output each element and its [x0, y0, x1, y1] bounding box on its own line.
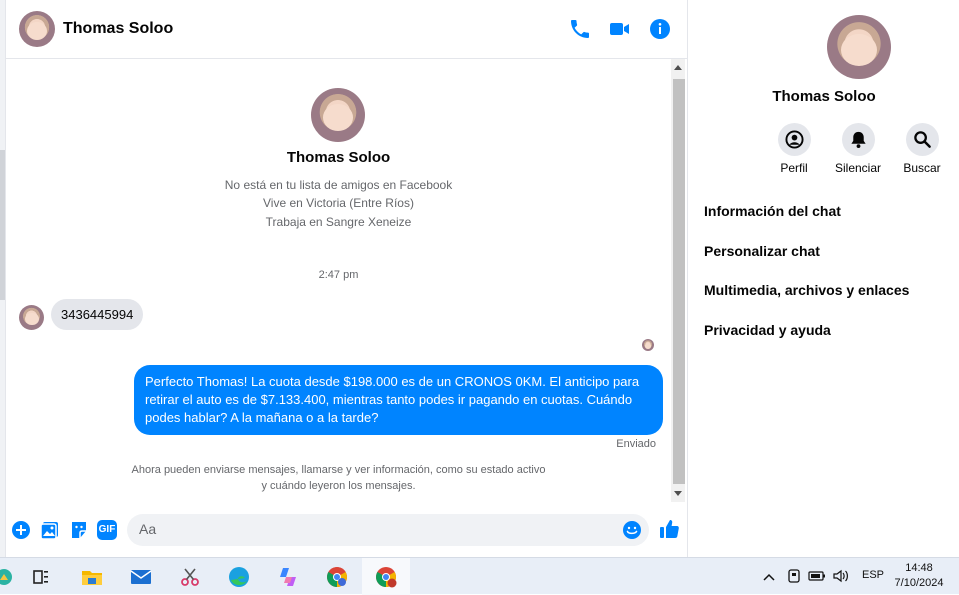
chrome-profile-icon[interactable]	[325, 565, 349, 589]
sticker-icon[interactable]	[69, 520, 89, 540]
emoji-icon[interactable]	[622, 520, 642, 540]
info-note-line: Ahora pueden enviarse mensajes, llamarse…	[131, 464, 546, 476]
message-input[interactable]	[139, 521, 609, 537]
snipping-tool-icon[interactable]	[178, 565, 202, 589]
video-icon[interactable]	[608, 17, 632, 41]
menu-item-privacy-help[interactable]: Privacidad y ayuda	[704, 322, 831, 338]
menu-item-chat-info[interactable]: Información del chat	[704, 203, 841, 219]
clock[interactable]: 14:48 7/10/2024	[885, 561, 953, 591]
gif-icon[interactable]: GIF	[97, 520, 117, 540]
clock-time: 14:48	[905, 562, 933, 574]
search-icon	[913, 131, 931, 148]
taskbar: ESP 14:48 7/10/2024	[0, 557, 959, 595]
timestamp: 2:47 pm	[318, 269, 359, 281]
composer: GIF	[6, 502, 688, 557]
task-view-icon[interactable]	[29, 565, 53, 589]
profile-label: Perfil	[780, 161, 808, 175]
chat-header: Thomas Soloo	[6, 0, 688, 59]
sent-status: Enviado	[616, 438, 656, 450]
avatar[interactable]	[19, 305, 44, 330]
mute-button[interactable]: Silenciar	[828, 123, 888, 175]
outgoing-message[interactable]: Perfecto Thomas! La cuota desde $198.000…	[134, 365, 663, 435]
menu-item-media-files[interactable]: Multimedia, archivos y enlaces	[704, 282, 909, 298]
avatar[interactable]	[311, 88, 365, 142]
battery-icon[interactable]	[808, 569, 826, 583]
info-note-line: y cuándo leyeron los mensajes.	[261, 480, 416, 492]
scroll-down-icon[interactable]	[674, 491, 682, 496]
plus-icon[interactable]	[11, 520, 31, 540]
seen-avatar	[642, 339, 654, 351]
menu-item-customize-chat[interactable]: Personalizar chat	[704, 243, 820, 259]
chrome-icon[interactable]	[374, 565, 398, 589]
message-list[interactable]: Thomas Soloo No está en tu lista de amig…	[6, 59, 674, 502]
work: Trabaja en Sangre Xeneize	[265, 215, 412, 229]
mail-icon[interactable]	[129, 565, 153, 589]
profile-button[interactable]: Perfil	[764, 123, 824, 175]
left-edge-scroll	[0, 150, 5, 300]
contact-name[interactable]: Thomas Soloo	[63, 20, 173, 38]
chevron-up-icon[interactable]	[762, 571, 776, 583]
avatar[interactable]	[827, 15, 891, 79]
info-icon[interactable]	[648, 17, 672, 41]
profile-name: Thomas Soloo	[286, 149, 391, 166]
incoming-message[interactable]: 3436445994	[51, 299, 144, 330]
profile-icon	[784, 130, 804, 149]
phone-icon[interactable]	[568, 17, 592, 41]
like-icon[interactable]	[658, 518, 680, 540]
volume-icon[interactable]	[832, 568, 850, 584]
widgets-icon[interactable]	[0, 565, 16, 589]
clock-date: 7/10/2024	[894, 577, 944, 589]
location: Vive en Victoria (Entre Ríos)	[263, 196, 414, 210]
search-button[interactable]: Buscar	[892, 123, 952, 175]
bell-icon	[850, 131, 866, 149]
edge-icon[interactable]	[227, 565, 251, 589]
image-icon[interactable]	[40, 520, 60, 540]
language-indicator[interactable]: ESP	[862, 569, 884, 581]
search-label: Buscar	[903, 161, 941, 175]
side-contact-name: Thomas Soloo	[772, 88, 876, 105]
info-note: Ahora pueden enviarse mensajes, llamarse…	[126, 462, 551, 494]
friend-status: No está en tu lista de amigos en Faceboo…	[224, 178, 453, 192]
scrollbar[interactable]	[671, 59, 685, 502]
scroll-up-icon[interactable]	[674, 65, 682, 70]
file-explorer-icon[interactable]	[80, 565, 104, 589]
device-icon[interactable]	[786, 568, 802, 584]
chat-panel: Thomas Soloo Thomas Soloo No está en tu …	[6, 0, 688, 557]
scroll-thumb[interactable]	[673, 79, 685, 484]
message-input-box[interactable]	[127, 514, 649, 546]
copilot-icon[interactable]	[276, 565, 300, 589]
chat-info-panel: Thomas Soloo Perfil Silenciar Buscar Inf…	[689, 0, 959, 557]
avatar[interactable]	[19, 11, 55, 47]
mute-label: Silenciar	[834, 161, 882, 175]
